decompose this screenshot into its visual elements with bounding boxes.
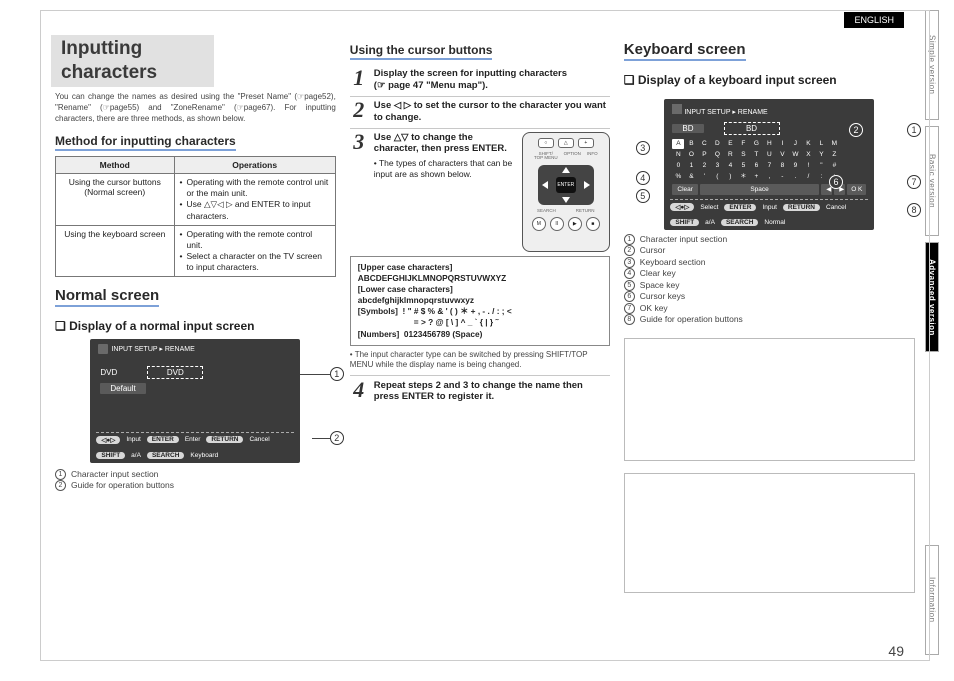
- callout-4: 4: [636, 171, 650, 185]
- callout-2: 2: [849, 123, 863, 137]
- cursor-heading: Using the cursor buttons: [350, 43, 493, 60]
- lower-column-frame-b: [624, 473, 915, 593]
- kb-operation-guide: ◁●▷Select ENTERInput RETURNCancel SHIFTa…: [670, 199, 868, 226]
- column-left: Inputting characters You can change the …: [55, 19, 336, 652]
- menu-icon: [672, 104, 682, 114]
- clear-key: Clear: [672, 184, 698, 195]
- callout-5: 5: [636, 189, 650, 203]
- normal-heading: Normal screen: [55, 287, 159, 307]
- page-frame: Inputting characters You can change the …: [40, 10, 930, 661]
- lower-column-frame-a: [624, 338, 915, 461]
- character-types-box: [Upper case characters]ABCDEFGHIJKLMNOPQ…: [350, 256, 610, 346]
- step-4: 4 Repeat steps 2 and 3 to change the nam…: [350, 380, 610, 408]
- shift-note: • The input character type can be switch…: [350, 350, 610, 371]
- callout-1: 1: [907, 123, 921, 137]
- intro-text: You can change the names as desired usin…: [55, 92, 336, 124]
- arrow-down-icon: [562, 197, 570, 203]
- dpad: ENTER: [538, 165, 594, 205]
- ok-key: O K: [847, 184, 866, 195]
- step-3: 3 Use △▽ to change the character, then p…: [350, 132, 610, 252]
- arrow-right-icon: [584, 181, 590, 189]
- callout-6: 6: [829, 175, 843, 189]
- table-row: Using the keyboard screen Operating with…: [56, 225, 336, 276]
- column-right: Keyboard screen ❏ Display of a keyboard …: [624, 19, 915, 652]
- keyboard-subheading: ❏ Display of a keyboard input screen: [624, 73, 915, 88]
- arrow-up-icon: [562, 167, 570, 173]
- column-middle: Using the cursor buttons 1 Display the s…: [350, 19, 610, 652]
- callout-1: 1: [330, 367, 344, 381]
- space-key: Space: [700, 184, 819, 195]
- step-1: 1 Display the screen for inputting chara…: [350, 68, 610, 97]
- callout-2: 2: [330, 431, 344, 445]
- normal-subheading: ❏ Display of a normal input screen: [55, 319, 336, 334]
- menu-icon: [98, 344, 108, 354]
- method-table: MethodOperations Using the cursor button…: [55, 156, 336, 276]
- keyboard-legend: 1Character input section 2Cursor 3Keyboa…: [624, 234, 915, 326]
- callout-7: 7: [907, 175, 921, 189]
- operation-guide: ◁●▷Input ENTEREnter RETURNCancel SHIFTa/…: [96, 432, 294, 459]
- default-button: Default: [100, 383, 145, 394]
- arrow-left-icon: [542, 181, 548, 189]
- enter-button: ENTER: [556, 177, 576, 193]
- remote-control-illustration: ○△+ SHIFT/TOP MENUOPTIONINFO ENTER SEARC…: [522, 132, 610, 252]
- keyboard-heading: Keyboard screen: [624, 41, 746, 61]
- keyboard-input-panel: INPUT SETUP ▸ RENAME BD BD ABCDEFGHIJKLM…: [664, 99, 874, 230]
- kb-value: BD: [724, 122, 780, 135]
- step-2: 2 Use ◁ ▷ to set the cursor to the chara…: [350, 100, 610, 129]
- normal-legend: 1Character input section 2Guide for oper…: [55, 469, 336, 492]
- callout-8: 8: [907, 203, 921, 217]
- callout-3: 3: [636, 141, 650, 155]
- remote-btn: ○: [538, 138, 554, 148]
- page-title: Inputting characters: [51, 35, 214, 87]
- method-heading: Method for inputting characters: [55, 134, 236, 151]
- normal-input-panel: INPUT SETUP ▸ RENAME DVDDVD Default ◁●▷I…: [90, 339, 300, 463]
- table-row: Using the cursor buttons (Normal screen)…: [56, 174, 336, 225]
- input-value: DVD: [147, 366, 203, 379]
